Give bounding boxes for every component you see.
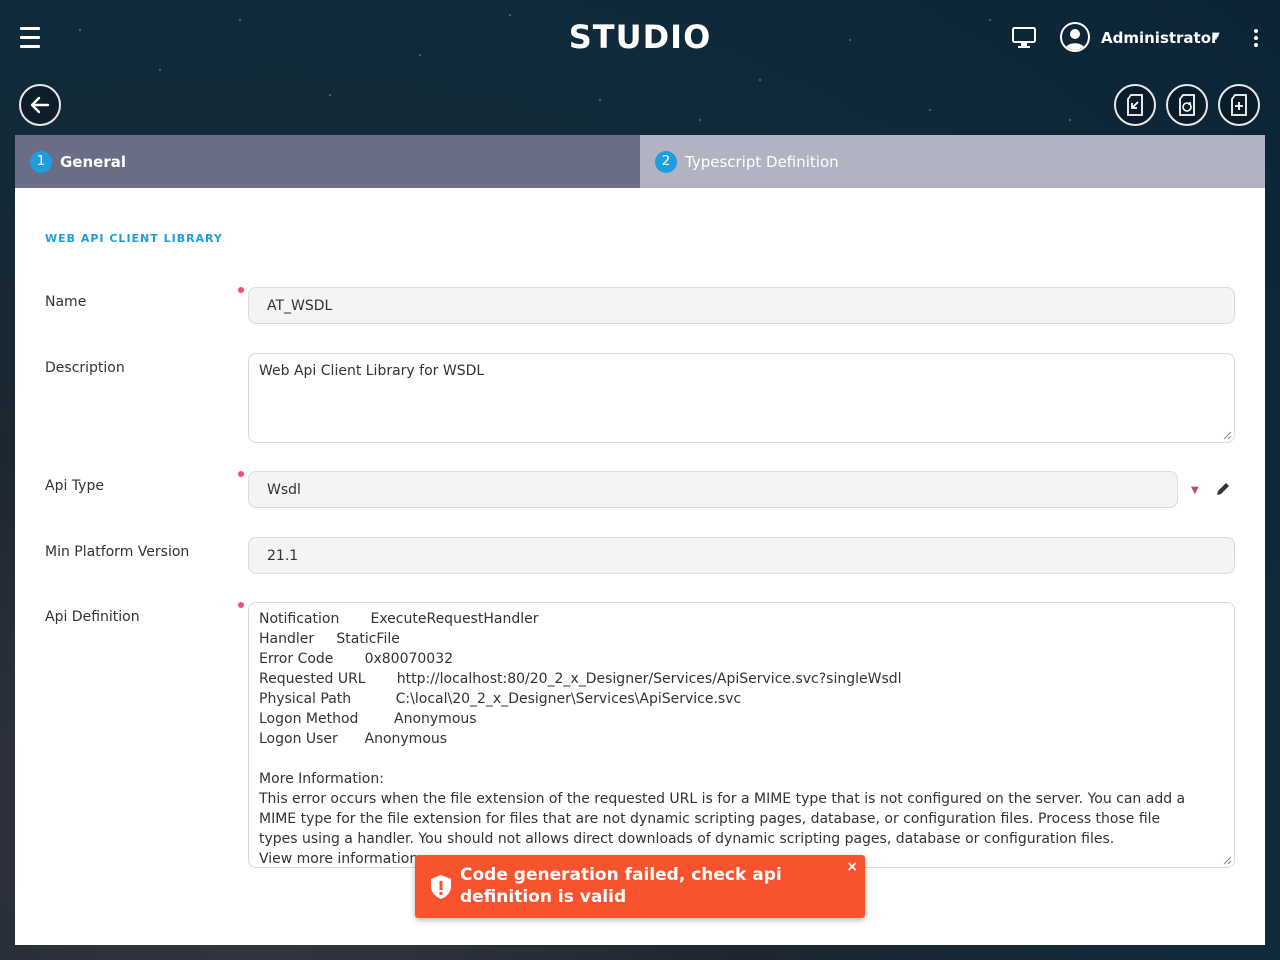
new-file-button[interactable] (1218, 84, 1260, 126)
monitor-icon[interactable] (1012, 27, 1036, 49)
name-field[interactable]: AT_WSDL (248, 287, 1235, 324)
min-platform-label: Min Platform Version (45, 544, 190, 560)
api-definition-value: Notification ExecuteRequestHandler Handl… (259, 611, 1186, 867)
top-bar: STUDIO Administrator ▼ (0, 0, 1280, 76)
section-title: WEB API CLIENT LIBRARY (45, 232, 223, 245)
description-field[interactable]: Web Api Client Library for WSDL (248, 353, 1235, 443)
api-definition-label: Api Definition (45, 609, 140, 625)
edit-pencil-icon[interactable] (1215, 481, 1231, 497)
required-indicator (238, 287, 244, 293)
user-name[interactable]: Administrator (1101, 29, 1218, 47)
tab-number: 2 (655, 150, 677, 173)
tab-general[interactable]: 1 General (15, 135, 640, 188)
name-label: Name (45, 294, 87, 310)
tab-typescript-definition[interactable]: 2 Typescript Definition (640, 135, 1265, 188)
form-panel: WEB API CLIENT LIBRARY Name AT_WSDL Desc… (15, 188, 1265, 945)
new-file-icon (1231, 94, 1247, 116)
reload-button[interactable] (1166, 84, 1208, 126)
import-button[interactable] (1114, 84, 1156, 126)
toast-message: Code generation failed, check api defini… (460, 865, 782, 907)
error-toast: Code generation failed, check api defini… (415, 855, 865, 918)
back-arrow-icon (30, 96, 50, 114)
back-button[interactable] (19, 84, 61, 126)
required-indicator (238, 602, 244, 608)
description-label: Description (45, 360, 125, 376)
tab-label: Typescript Definition (685, 152, 839, 171)
description-value: Web Api Client Library for WSDL (259, 363, 485, 379)
resize-grip-icon[interactable] (1222, 855, 1232, 865)
chevron-down-icon[interactable]: ▼ (1191, 485, 1199, 496)
shield-alert-icon (431, 875, 451, 899)
api-type-select[interactable]: Wsdl (248, 471, 1178, 508)
wizard-tabs: 1 General 2 Typescript Definition (15, 135, 1265, 188)
tab-number: 1 (30, 150, 52, 173)
api-type-label: Api Type (45, 478, 104, 494)
kebab-icon[interactable] (1254, 29, 1260, 47)
min-platform-field[interactable]: 21.1 (248, 537, 1235, 574)
close-icon[interactable]: × (846, 859, 858, 875)
required-indicator (238, 471, 244, 477)
resize-grip-icon[interactable] (1222, 430, 1232, 440)
user-avatar-icon[interactable] (1060, 22, 1090, 52)
import-icon (1127, 94, 1143, 116)
reload-icon (1179, 94, 1195, 116)
chevron-down-icon[interactable]: ▼ (1212, 31, 1220, 42)
tab-label: General (60, 152, 126, 171)
api-definition-field[interactable]: Notification ExecuteRequestHandler Handl… (248, 602, 1235, 868)
